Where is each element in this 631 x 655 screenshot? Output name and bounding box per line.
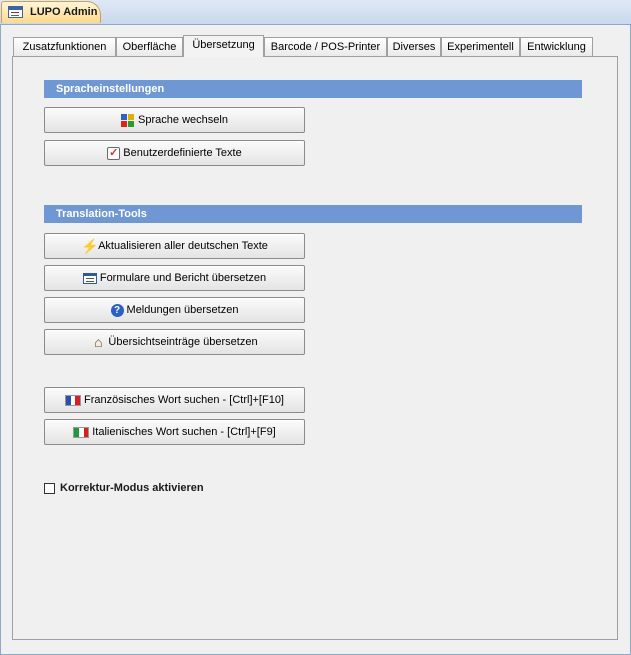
checklist-icon: ✓ xyxy=(107,146,121,160)
help-icon: ? xyxy=(110,303,124,317)
italienisches-wort-suchen-button[interactable]: Italienisches Wort suchen - [Ctrl]+[F9] xyxy=(44,419,305,445)
form-icon xyxy=(82,272,97,284)
section-header-translation-tools: Translation-Tools xyxy=(44,205,582,223)
form-icon xyxy=(8,6,23,18)
korrektur-modus-checkbox[interactable] xyxy=(44,482,55,494)
document-title: LUPO Admin xyxy=(30,6,98,18)
tab-barcode-pos-printer[interactable]: Barcode / POS-Printer xyxy=(264,37,387,56)
tab-uebersetzung[interactable]: Übersetzung xyxy=(183,35,264,57)
flag-france-icon xyxy=(64,394,81,406)
language-flags-icon xyxy=(121,113,135,127)
tab-entwicklung[interactable]: Entwicklung xyxy=(520,37,593,56)
lightning-icon: ⚡ xyxy=(81,238,99,254)
franzoesisches-wort-suchen-label: Französisches Wort suchen - [Ctrl]+[F10] xyxy=(83,394,284,406)
section-header-spracheinstellungen: Spracheinstellungen xyxy=(44,80,582,98)
korrektur-modus-label[interactable]: Korrektur-Modus aktivieren xyxy=(60,482,204,494)
benutzerdefinierte-texte-button[interactable]: ✓ Benutzerdefinierte Texte xyxy=(44,140,305,166)
tab-diverses[interactable]: Diverses xyxy=(387,37,441,56)
formulare-uebersetzen-button[interactable]: Formulare und Bericht übersetzen xyxy=(44,265,305,291)
italienisches-wort-suchen-label: Italienisches Wort suchen - [Ctrl]+[F9] xyxy=(92,426,276,438)
aktualisieren-button[interactable]: ⚡ Aktualisieren aller deutschen Texte xyxy=(44,233,305,259)
uebersichtseintraege-uebersetzen-label: Übersichtseinträge übersetzen xyxy=(108,336,258,348)
tab-experimentell[interactable]: Experimentell xyxy=(441,37,520,56)
flag-italy-icon xyxy=(73,426,90,438)
document-tab[interactable]: LUPO Admin xyxy=(1,1,101,23)
sprache-wechseln-label: Sprache wechseln xyxy=(138,114,228,126)
benutzerdefinierte-texte-label: Benutzerdefinierte Texte xyxy=(123,147,242,159)
title-bar: LUPO Admin xyxy=(0,0,631,25)
uebersichtseintraege-uebersetzen-button[interactable]: ⌂ Übersichtseinträge übersetzen xyxy=(44,329,305,355)
formulare-uebersetzen-label: Formulare und Bericht übersetzen xyxy=(99,272,267,284)
meldungen-uebersetzen-label: Meldungen übersetzen xyxy=(126,304,239,316)
home-icon: ⌂ xyxy=(94,334,103,350)
franzoesisches-wort-suchen-button[interactable]: Französisches Wort suchen - [Ctrl]+[F10] xyxy=(44,387,305,413)
meldungen-uebersetzen-button[interactable]: ? Meldungen übersetzen xyxy=(44,297,305,323)
tab-zusatzfunktionen[interactable]: Zusatzfunktionen xyxy=(13,37,116,56)
aktualisieren-label: Aktualisieren aller deutschen Texte xyxy=(98,240,268,252)
tab-oberflaeche[interactable]: Oberfläche xyxy=(116,37,183,56)
korrektur-modus-option: Korrektur-Modus aktivieren xyxy=(44,481,204,495)
sprache-wechseln-button[interactable]: Sprache wechseln xyxy=(44,107,305,133)
